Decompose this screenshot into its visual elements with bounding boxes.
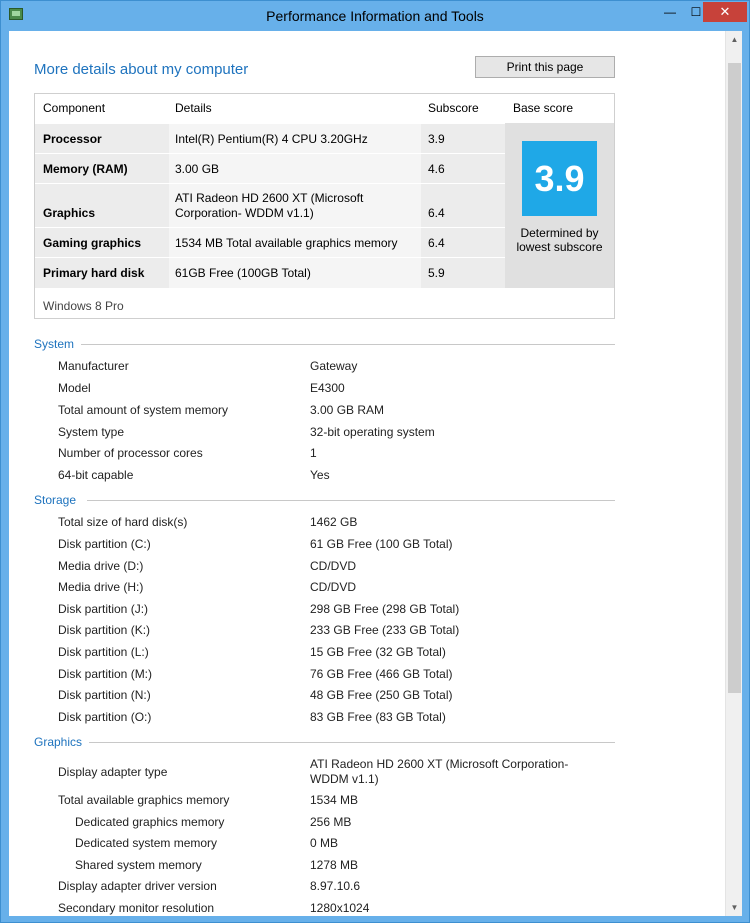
info-value: 0 MB (310, 836, 339, 850)
section-heading-system: System (34, 337, 75, 351)
client-area: More details about my computer Print thi… (9, 31, 742, 916)
info-value: Yes (310, 468, 330, 482)
info-label: Disk partition (C:) (58, 537, 151, 551)
info-value: 83 GB Free (83 GB Total) (310, 710, 446, 724)
info-label: Disk partition (N:) (58, 688, 151, 702)
info-value: ATI Radeon HD 2600 XT (Microsoft Corpora… (310, 757, 569, 786)
info-value: CD/DVD (310, 559, 357, 573)
info-label: Disk partition (L:) (58, 645, 149, 659)
info-label: Media drive (D:) (58, 559, 144, 573)
info-value: 256 MB (310, 815, 352, 829)
info-value: 1534 MB (310, 793, 359, 807)
component-name: Processor (43, 132, 102, 146)
info-value: 233 GB Free (233 GB Total) (310, 623, 460, 637)
info-value: 48 GB Free (250 GB Total) (310, 688, 453, 702)
minimize-button[interactable]: — (657, 2, 683, 22)
info-label: Display adapter driver version (58, 879, 217, 893)
component-subscore: 5.9 (428, 266, 445, 280)
info-label: Disk partition (O:) (58, 710, 152, 724)
info-label: System type (58, 425, 125, 439)
window-title: Performance Information and Tools (266, 8, 484, 24)
window: Performance Information and Tools — ☐ ✕ … (0, 0, 750, 923)
component-details: 3.00 GB (175, 162, 220, 176)
info-label: Disk partition (M:) (58, 667, 153, 681)
section-rule (89, 742, 615, 743)
info-label: Total available graphics memory (58, 793, 230, 807)
close-button[interactable]: ✕ (703, 2, 747, 22)
component-name: Memory (RAM) (43, 162, 128, 176)
component-subscore: 6.4 (428, 236, 445, 250)
component-subscore: 4.6 (428, 162, 445, 176)
component-name: Primary hard disk (43, 266, 145, 280)
component-name: Gaming graphics (43, 236, 142, 250)
info-value: 1462 GB (310, 515, 358, 529)
table-row-processor: Processor Intel(R) Pentium(R) 4 CPU 3.20… (35, 123, 505, 153)
info-label: Number of processor cores (58, 446, 203, 460)
info-value: 61 GB Free (100 GB Total) (310, 537, 453, 551)
base-score-panel: 3.9 Determined by lowest subscore (505, 123, 614, 288)
scroll-up-icon[interactable]: ▲ (726, 31, 742, 48)
component-subscore: 3.9 (428, 132, 445, 146)
component-details: 61GB Free (100GB Total) (175, 266, 311, 280)
component-details: ATI Radeon HD 2600 XT (Microsoft Corpora… (175, 191, 364, 220)
title-bar[interactable]: Performance Information and Tools — ☐ ✕ (1, 1, 749, 31)
header-component: Component (43, 101, 106, 115)
section-rule (87, 500, 615, 501)
determined-by-note: Determined by lowest subscore (516, 226, 603, 254)
component-subscore: 6.4 (428, 206, 445, 220)
info-label: Display adapter type (58, 765, 168, 779)
vertical-scrollbar[interactable]: ▲ ▼ (725, 31, 742, 916)
scroll-down-icon[interactable]: ▼ (726, 899, 742, 916)
info-label: Disk partition (K:) (58, 623, 151, 637)
info-value: E4300 (310, 381, 345, 395)
table-row-hard-disk: Primary hard disk 61GB Free (100GB Total… (35, 257, 505, 288)
info-value: 3.00 GB RAM (310, 403, 385, 417)
info-label: 64-bit capable (58, 468, 134, 482)
info-value: 1278 MB (310, 858, 359, 872)
component-name: Graphics (43, 206, 96, 220)
base-score-tile: 3.9 (522, 141, 597, 216)
info-label: Dedicated graphics memory (75, 815, 225, 829)
info-value: 298 GB Free (298 GB Total) (310, 602, 460, 616)
info-value: 1280x1024 (310, 901, 370, 915)
section-rule (81, 344, 615, 345)
info-label: Manufacturer (58, 359, 129, 373)
info-value: Gateway (310, 359, 358, 373)
section-heading-graphics: Graphics (34, 735, 83, 749)
info-label: Shared system memory (75, 858, 202, 872)
info-label: Secondary monitor resolution (58, 901, 215, 915)
info-value: 1 (310, 446, 317, 460)
print-page-button[interactable]: Print this page (475, 56, 615, 78)
info-value: 32-bit operating system (310, 425, 435, 439)
header-subscore: Subscore (428, 101, 479, 115)
info-label: Total amount of system memory (58, 403, 229, 417)
info-label: Media drive (H:) (58, 580, 144, 594)
score-table: Component Details Subscore Base score Pr… (34, 93, 615, 319)
info-value: CD/DVD (310, 580, 357, 594)
table-row-memory: Memory (RAM) 3.00 GB 4.6 (35, 153, 505, 183)
header-details: Details (175, 101, 212, 115)
page-title: More details about my computer (34, 61, 249, 78)
header-base-score: Base score (513, 101, 574, 115)
component-details: 1534 MB Total available graphics memory (175, 236, 398, 250)
info-value: 15 GB Free (32 GB Total) (310, 645, 446, 659)
section-heading-storage: Storage (34, 493, 77, 507)
info-label: Disk partition (J:) (58, 602, 149, 616)
info-value: 8.97.10.6 (310, 879, 361, 893)
scroll-thumb[interactable] (728, 63, 741, 693)
table-row-graphics: Graphics ATI Radeon HD 2600 XT (Microsof… (35, 183, 505, 227)
content-pane: More details about my computer Print thi… (9, 31, 725, 916)
info-label: Total size of hard disk(s) (58, 515, 188, 529)
component-details: Intel(R) Pentium(R) 4 CPU 3.20GHz (175, 132, 368, 146)
info-value: 76 GB Free (466 GB Total) (310, 667, 453, 681)
os-edition: Windows 8 Pro (43, 299, 124, 313)
info-label: Dedicated system memory (75, 836, 218, 850)
table-row-gaming-graphics: Gaming graphics 1534 MB Total available … (35, 227, 505, 257)
info-label: Model (58, 381, 91, 395)
